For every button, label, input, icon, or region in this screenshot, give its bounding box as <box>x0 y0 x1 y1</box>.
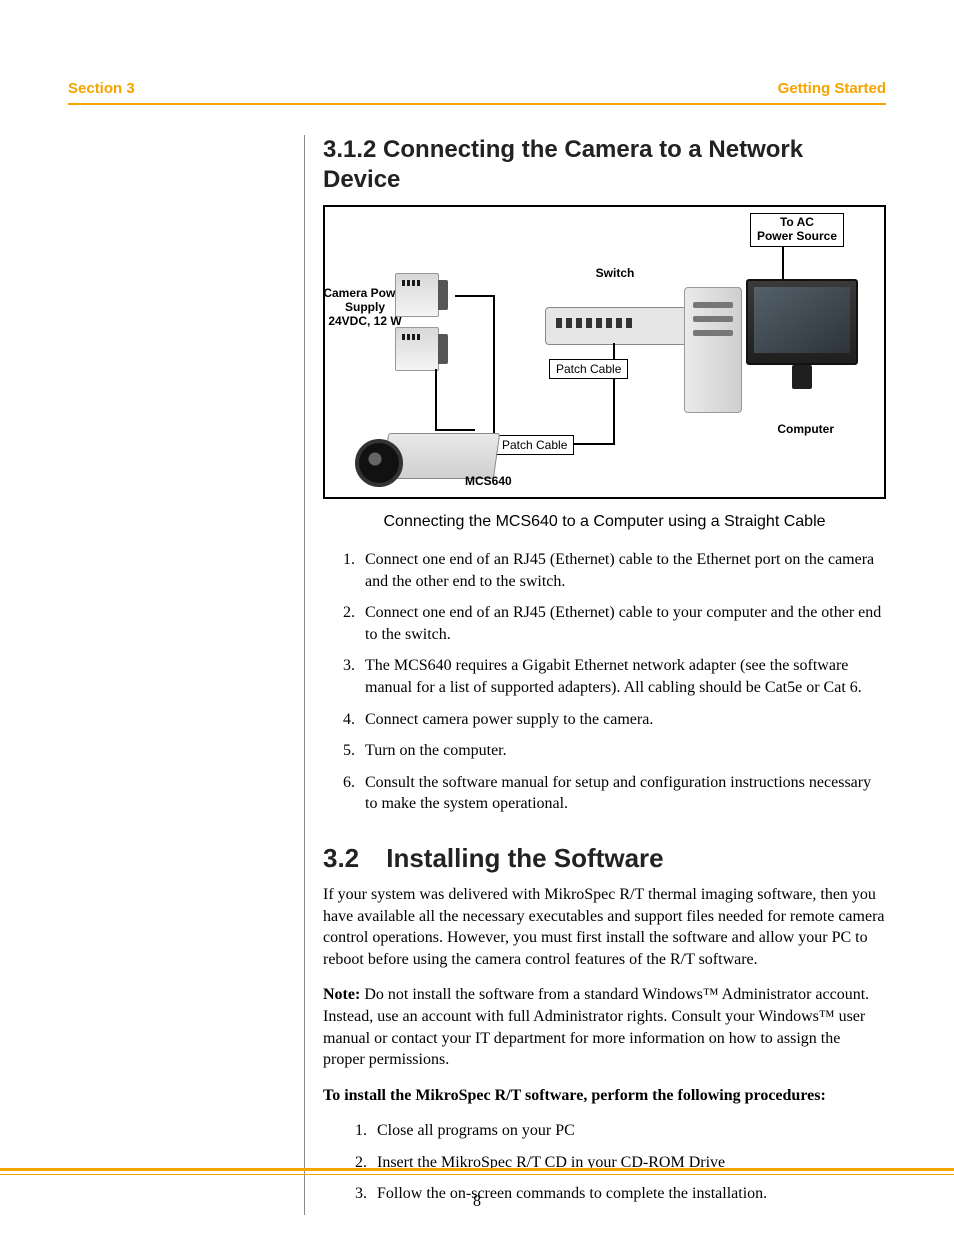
page-number: 8 <box>0 1193 954 1211</box>
note-label: Note: <box>323 986 360 1003</box>
power-supply-icon <box>395 273 439 317</box>
figure-caption: Connecting the MCS640 to a Computer usin… <box>323 513 886 531</box>
header-chapter: Getting Started <box>778 80 886 97</box>
list-item: Connect camera power supply to the camer… <box>359 709 886 731</box>
section-heading: 3.2 Installing the Software <box>323 843 886 874</box>
install-intro-paragraph: If your system was delivered with MikroS… <box>323 884 886 970</box>
install-procedure-heading: To install the MikroSpec R/T software, p… <box>323 1085 886 1107</box>
switch-icon <box>545 307 687 345</box>
list-item: Connect one end of an RJ45 (Ethernet) ca… <box>359 549 886 592</box>
section-number: 3.2 <box>323 843 379 874</box>
note-text: Do not install the software from a stand… <box>323 986 869 1068</box>
note-paragraph: Note: Do not install the software from a… <box>323 984 886 1070</box>
switch-label: Switch <box>575 267 655 281</box>
two-column-layout: 3.1.2 Connecting the Camera to a Network… <box>68 135 886 1215</box>
left-margin-column <box>68 135 305 1215</box>
power-supply-icon <box>395 327 439 371</box>
computer-label: Computer <box>777 423 834 437</box>
running-header: Section 3 Getting Started <box>68 80 886 105</box>
list-item: Connect one end of an RJ45 (Ethernet) ca… <box>359 602 886 645</box>
list-item: Close all programs on your PC <box>371 1120 886 1142</box>
patch-cable-label: Patch Cable <box>549 359 628 379</box>
list-item: Consult the software manual for setup an… <box>359 772 886 815</box>
list-item: The MCS640 requires a Gigabit Ethernet n… <box>359 655 886 698</box>
patch-cable-label: Patch Cable <box>495 435 574 455</box>
footer-rule <box>0 1168 954 1175</box>
ac-power-label: To ACPower Source <box>750 213 844 247</box>
monitor-icon <box>746 279 858 365</box>
subsection-heading: 3.1.2 Connecting the Camera to a Network… <box>323 135 886 195</box>
connect-steps-list: Connect one end of an RJ45 (Ethernet) ca… <box>331 549 886 815</box>
camera-model-label: MCS640 <box>465 475 512 489</box>
content-column: 3.1.2 Connecting the Camera to a Network… <box>305 135 886 1215</box>
page: Section 3 Getting Started 3.1.2 Connecti… <box>0 0 954 1235</box>
connection-diagram: To ACPower Source Switch Camera PowerSup… <box>323 205 886 499</box>
section-title-text: Installing the Software <box>386 843 663 873</box>
computer-tower-icon <box>684 287 742 413</box>
list-item: Turn on the computer. <box>359 740 886 762</box>
header-section: Section 3 <box>68 80 135 97</box>
